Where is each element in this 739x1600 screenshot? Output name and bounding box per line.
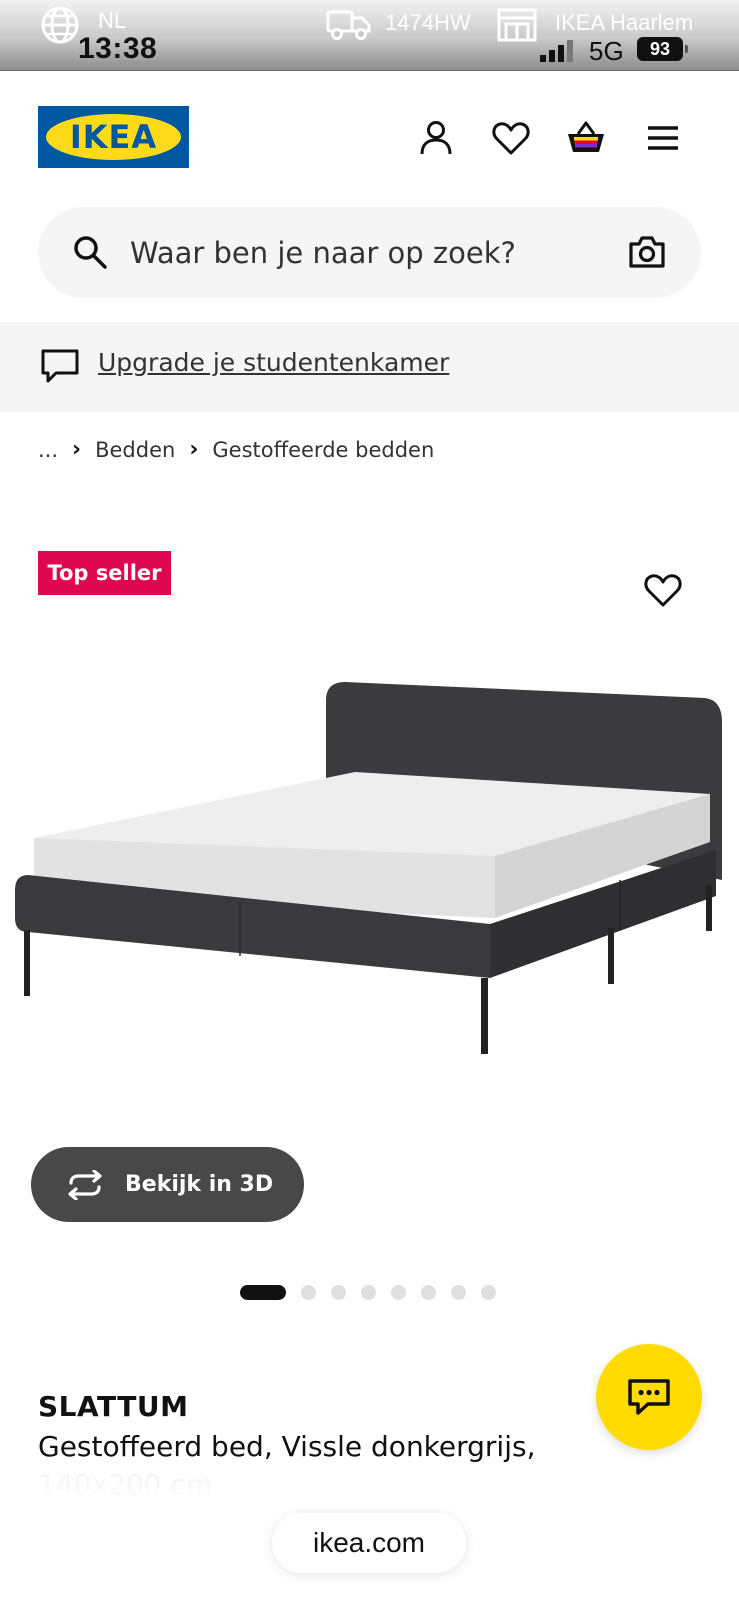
carousel-dot[interactable] xyxy=(301,1284,316,1300)
logo-text: IKEA xyxy=(69,118,158,156)
promo-link[interactable]: Upgrade je studentenkamer xyxy=(98,348,449,377)
language-label[interactable]: NL xyxy=(98,8,126,34)
breadcrumb-beds[interactable]: Bedden xyxy=(95,438,175,462)
speech-bubble-icon xyxy=(41,349,79,383)
search-bar[interactable] xyxy=(38,207,701,298)
search-icon[interactable] xyxy=(72,234,108,270)
network-type: 5G xyxy=(589,36,624,66)
breadcrumb-ellipsis[interactable]: ... xyxy=(38,438,58,462)
globe-icon[interactable] xyxy=(40,5,80,45)
battery-level: 93 xyxy=(637,37,688,61)
promo-banner: Upgrade je studentenkamer xyxy=(0,322,739,412)
carousel-dot[interactable] xyxy=(391,1284,406,1300)
heart-icon[interactable] xyxy=(491,118,531,158)
breadcrumb: ... › Bedden › Gestoffeerde bedden xyxy=(38,437,434,462)
chevron-right-icon: › xyxy=(189,437,199,462)
carousel-dot[interactable] xyxy=(331,1284,346,1300)
view-in-3d-label: Bekijk in 3D xyxy=(125,1172,274,1197)
carousel-dot[interactable] xyxy=(361,1284,376,1300)
ikea-logo[interactable]: IKEA xyxy=(38,106,189,168)
carousel-dot[interactable] xyxy=(481,1284,496,1300)
favorite-heart-icon[interactable] xyxy=(643,570,683,610)
view-in-3d-button[interactable]: Bekijk in 3D xyxy=(31,1147,304,1222)
store-icon[interactable] xyxy=(497,8,537,42)
menu-icon[interactable] xyxy=(643,118,683,158)
signal-icon xyxy=(540,40,573,62)
chevron-right-icon: › xyxy=(72,437,82,462)
image-carousel-indicator xyxy=(240,1284,511,1300)
basket-icon[interactable] xyxy=(566,118,606,158)
user-icon[interactable] xyxy=(416,118,456,158)
chat-bubble-icon xyxy=(628,1379,670,1415)
rotate-3d-icon xyxy=(68,1169,102,1200)
store-name[interactable]: IKEA Haarlem xyxy=(555,10,693,36)
delivery-truck-icon[interactable] xyxy=(326,9,372,41)
browser-url-bar[interactable]: ikea.com xyxy=(272,1513,466,1573)
search-input[interactable] xyxy=(128,227,602,279)
product-image-bed[interactable] xyxy=(0,680,739,1150)
top-seller-badge: Top seller xyxy=(38,551,171,595)
status-bar: NL 13:38 1474HW IKEA Haarlem 5G 93 xyxy=(0,0,739,71)
camera-icon[interactable] xyxy=(628,235,666,269)
carousel-dot[interactable] xyxy=(421,1284,436,1300)
carousel-dot-active[interactable] xyxy=(240,1284,286,1300)
chat-button[interactable] xyxy=(596,1344,702,1450)
postal-code[interactable]: 1474HW xyxy=(385,10,471,36)
product-name: SLATTUM xyxy=(38,1390,189,1423)
carousel-dot[interactable] xyxy=(451,1284,466,1300)
clock: 13:38 xyxy=(78,32,158,65)
breadcrumb-upholstered-beds[interactable]: Gestoffeerde bedden xyxy=(212,438,434,462)
